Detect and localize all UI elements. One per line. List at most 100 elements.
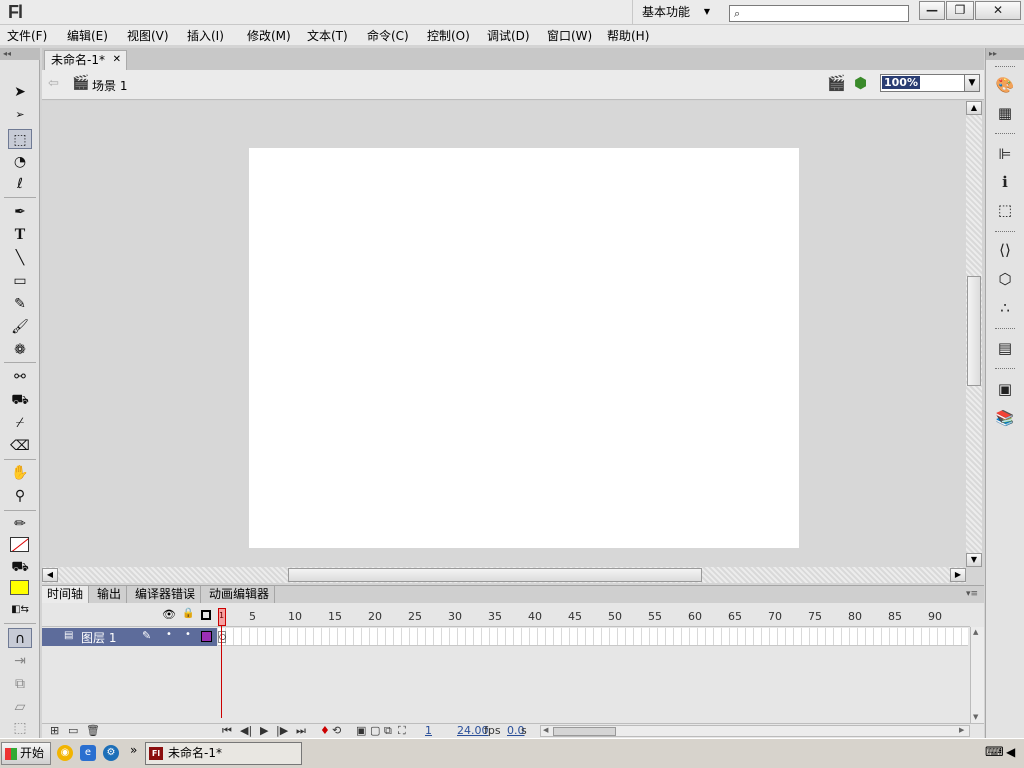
pasteboard[interactable]	[42, 101, 966, 567]
info-panel-icon[interactable]: ℹ	[994, 172, 1016, 192]
first-frame-icon[interactable]: ⏮	[222, 724, 232, 738]
minimize-button[interactable]: —	[919, 1, 945, 20]
menu-modify[interactable]: 修改(M)	[247, 27, 291, 44]
playhead[interactable]: 1	[218, 608, 226, 626]
scroll-down-arrow-icon[interactable]: ▼	[966, 553, 982, 567]
step-back-icon[interactable]: ◀|	[240, 724, 252, 738]
color-panel-icon[interactable]: 🎨	[994, 75, 1016, 95]
eyedropper-tool-icon[interactable]: ⌿	[8, 413, 32, 433]
pen-tool-icon[interactable]: ✒	[8, 202, 32, 222]
show-hide-eye-icon[interactable]: 👁	[162, 608, 176, 621]
vertical-scroll-thumb[interactable]	[967, 276, 981, 386]
last-frame-icon[interactable]: ⏭	[296, 724, 306, 738]
text-tool-icon[interactable]: T	[8, 225, 32, 245]
browser-icon[interactable]: e	[80, 745, 96, 761]
outline-toggle-icon[interactable]	[201, 610, 211, 620]
menu-text[interactable]: 文本(T)	[307, 27, 348, 44]
brush-tool-icon[interactable]: 🖌	[8, 317, 32, 337]
tab-compiler-errors[interactable]: 编译器错误	[130, 586, 202, 604]
timeline-scroll-thumb[interactable]	[553, 727, 616, 736]
stroke-color-swatch[interactable]	[10, 537, 29, 552]
edit-scene-icon[interactable]: 🎬	[827, 74, 846, 92]
document-tab[interactable]: 未命名-1* ✕	[44, 50, 127, 70]
loop-icon[interactable]: ⟲	[332, 724, 341, 738]
library-panel-icon[interactable]: ▤	[994, 338, 1016, 358]
free-transform-tool-icon[interactable]: ⬚	[8, 129, 32, 149]
swatches-panel-icon[interactable]: ▦	[994, 103, 1016, 123]
menu-insert[interactable]: 插入(I)	[187, 27, 224, 44]
tab-motion-editor[interactable]: 动画编辑器	[204, 586, 276, 604]
quicklaunch-overflow-icon[interactable]: »	[130, 743, 137, 757]
onion-skin-icon[interactable]: ▣	[356, 724, 366, 738]
swap-colors-icon[interactable]: ◧⇆	[8, 600, 32, 620]
paint-bucket-tool-icon[interactable]: ⛟	[8, 390, 32, 410]
stage-horizontal-scrollbar[interactable]: ◀ ▶	[42, 567, 966, 583]
hand-tool-icon[interactable]: ✋	[8, 463, 32, 483]
smooth-icon[interactable]: ⇥	[8, 651, 32, 671]
new-layer-icon[interactable]: ⊞	[50, 724, 59, 738]
lasso-tool-icon[interactable]: ℓ	[8, 174, 32, 194]
scroll-up-arrow-icon[interactable]: ▲	[966, 101, 982, 115]
motion-presets-panel-icon[interactable]: ∴	[994, 298, 1016, 318]
straighten-icon[interactable]: ⧉	[8, 674, 32, 694]
scroll-right-arrow-icon[interactable]: ▶	[950, 568, 966, 582]
taskbar-flash-window[interactable]: Fl 未命名-1*	[145, 742, 302, 765]
fill-color-swatch[interactable]	[10, 580, 29, 595]
toolbar-collapse-strip[interactable]: ◂◂	[0, 48, 40, 60]
menu-debug[interactable]: 调试(D)	[487, 27, 530, 44]
menu-control[interactable]: 控制(O)	[427, 27, 470, 44]
scale-icon[interactable]: ⬚	[8, 720, 32, 736]
modify-markers-icon[interactable]: ⛶	[398, 724, 406, 738]
speaker-icon[interactable]: ◀	[1006, 745, 1015, 759]
menu-command[interactable]: 命令(C)	[367, 27, 409, 44]
3d-rotation-tool-icon[interactable]: ◔	[8, 152, 32, 172]
scroll-down-arrow-icon[interactable]: ▼	[973, 713, 978, 721]
dock-collapse-strip[interactable]: ▸▸	[986, 48, 1024, 60]
scroll-left-arrow-icon[interactable]: ◀	[543, 726, 548, 734]
close-icon[interactable]: ✕	[113, 51, 121, 69]
bone-tool-icon[interactable]: ⚯	[8, 367, 32, 387]
subselection-tool-icon[interactable]: ➢	[8, 105, 32, 125]
menu-window[interactable]: 窗口(W)	[547, 27, 592, 44]
delete-icon[interactable]: 🗑	[86, 724, 100, 738]
frames-track[interactable]: ○	[218, 628, 968, 646]
components-panel-icon[interactable]: ⬡	[994, 269, 1016, 289]
center-frame-icon[interactable]: ♦	[320, 724, 330, 738]
snap-to-objects-icon[interactable]: ∩	[8, 628, 32, 648]
menu-help[interactable]: 帮助(H)	[607, 27, 649, 44]
restore-button[interactable]: ❐	[946, 1, 974, 20]
menu-view[interactable]: 视图(V)	[127, 27, 169, 44]
workspace-switcher[interactable]: 基本功能 ▼	[632, 0, 718, 25]
align-panel-icon[interactable]: ⊫	[994, 144, 1016, 164]
project-panel-icon[interactable]: ▣	[994, 379, 1016, 399]
keyboard-icon[interactable]: ⌨	[985, 745, 1004, 760]
edit-symbols-icon[interactable]: ⬢	[854, 74, 867, 92]
library-books-icon[interactable]: 📚	[994, 408, 1016, 428]
menu-file[interactable]: 文件(F)	[7, 27, 47, 44]
edit-multiple-frames-icon[interactable]: ⧉	[384, 724, 392, 738]
eraser-tool-icon[interactable]: ⌫	[8, 436, 32, 456]
dock-grip[interactable]	[995, 368, 1015, 371]
deco-tool-icon[interactable]: ❁	[8, 340, 32, 360]
stage-canvas[interactable]	[249, 148, 799, 548]
timeline-vertical-scrollbar[interactable]: ▲ ▼	[970, 627, 984, 725]
scroll-up-arrow-icon[interactable]: ▲	[973, 628, 978, 636]
tab-output[interactable]: 输出	[92, 586, 128, 604]
dock-grip[interactable]	[995, 231, 1015, 234]
visibility-dot[interactable]: •	[166, 629, 172, 640]
dock-grip[interactable]	[995, 328, 1015, 331]
chrome-icon[interactable]: ◉	[57, 745, 73, 761]
rotate-skew-icon[interactable]: ▱	[8, 697, 32, 717]
settings-icon[interactable]: ⚙	[103, 745, 119, 761]
dock-grip[interactable]	[995, 133, 1015, 136]
back-arrow-icon[interactable]: ⇦	[48, 76, 59, 91]
lock-dot[interactable]: •	[185, 629, 191, 640]
layer-name[interactable]: 图层 1	[81, 629, 116, 646]
timeline-horizontal-scrollbar[interactable]: ◀ ▶	[540, 725, 970, 737]
dock-grip[interactable]	[995, 66, 1015, 69]
scroll-right-arrow-icon[interactable]: ▶	[959, 726, 964, 734]
horizontal-scroll-thumb[interactable]	[288, 568, 702, 582]
new-folder-icon[interactable]: ▭	[68, 724, 78, 738]
line-tool-icon[interactable]: ╲	[8, 248, 32, 268]
pencil-tool-icon[interactable]: ✎	[8, 294, 32, 314]
